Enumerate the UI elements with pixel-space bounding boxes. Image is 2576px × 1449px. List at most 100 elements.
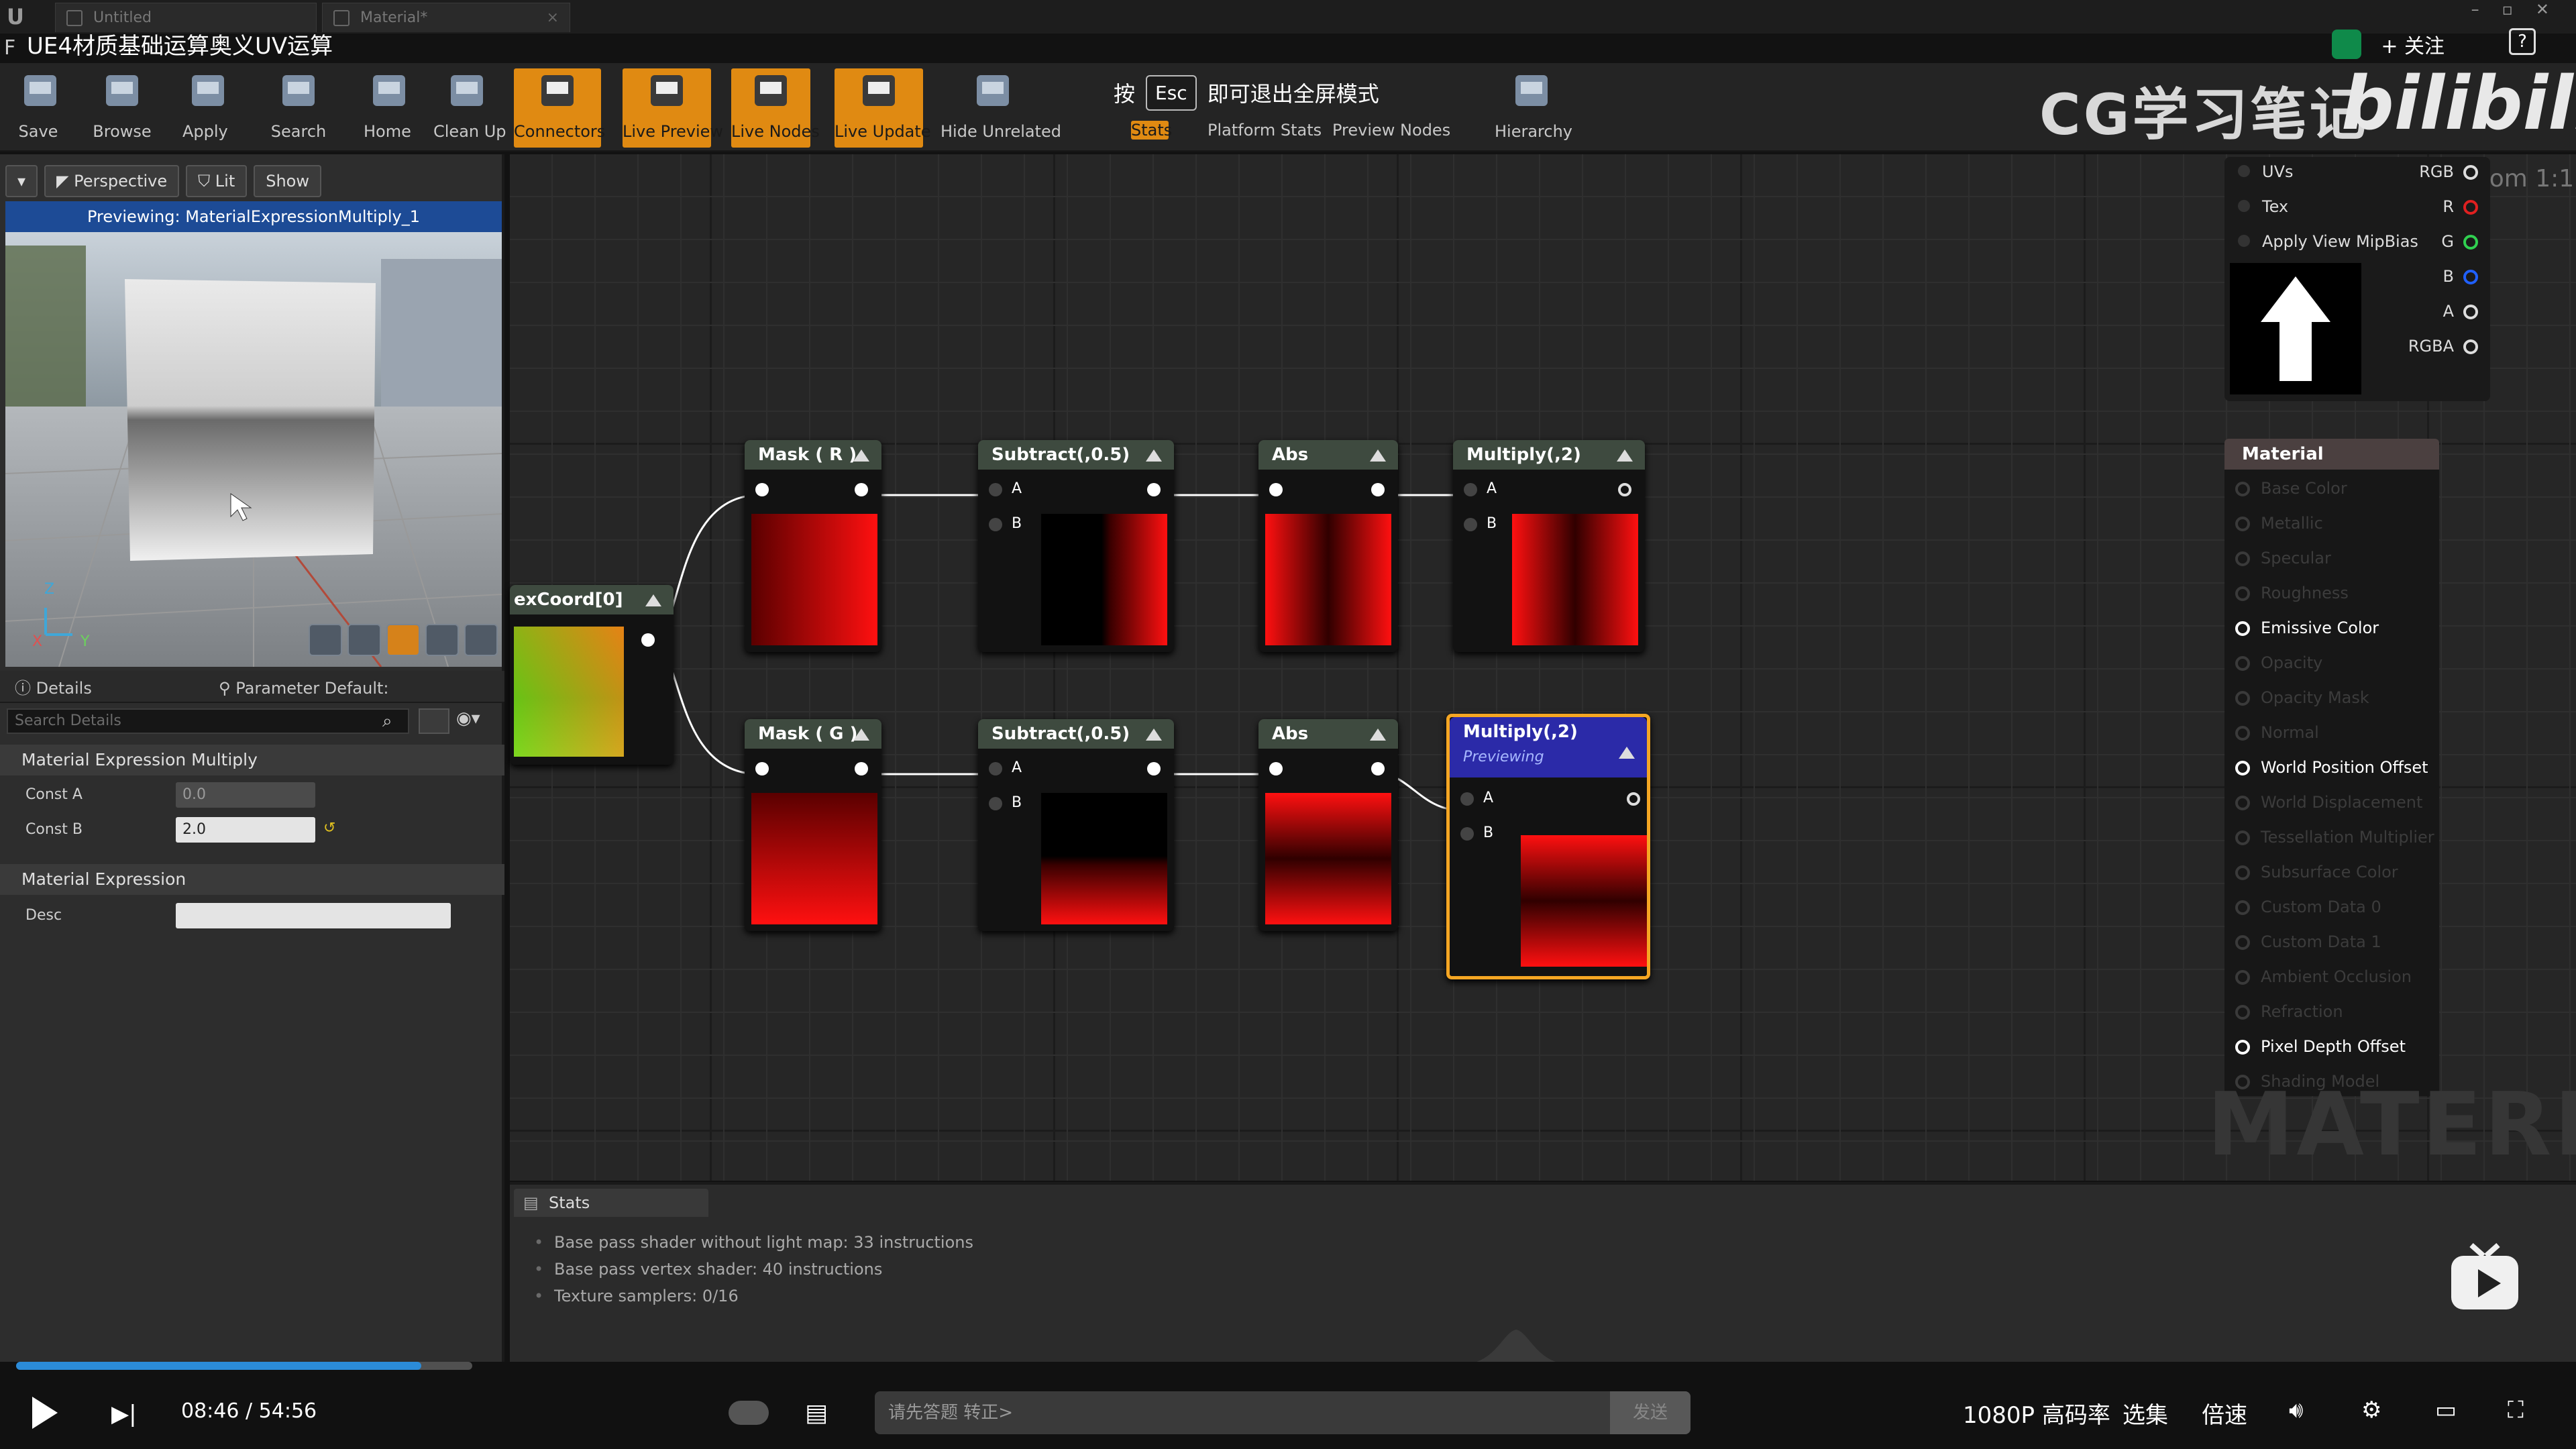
- node-mul-7[interactable]: Multiply(,2) Previewing A B: [1446, 714, 1650, 979]
- settings-gear-icon[interactable]: ⚙: [2361, 1397, 2381, 1424]
- material-pin[interactable]: Ambient Occlusion: [2235, 967, 2412, 994]
- pip-icon[interactable]: ▭: [2435, 1397, 2457, 1424]
- node-mask-0[interactable]: Mask ( R ): [745, 440, 881, 652]
- tab-material[interactable]: Material* ×: [322, 3, 570, 32]
- danmu-input[interactable]: 请先答题 转正>: [875, 1391, 1690, 1434]
- material-output-node[interactable]: Material Base Color Metallic Specular Rough…: [2224, 439, 2439, 1096]
- eye-icon[interactable]: ◉▾: [456, 708, 496, 734]
- collapse-icon[interactable]: [1146, 449, 1162, 462]
- material-pin[interactable]: Roughness: [2235, 584, 2349, 610]
- input-pin-a[interactable]: [989, 762, 1002, 775]
- toolbar-live-nodes-button[interactable]: Live Nodes: [731, 68, 820, 148]
- node-abs-2[interactable]: Abs: [1258, 440, 1398, 652]
- close-window-icon[interactable]: ✕: [2536, 0, 2549, 20]
- input-pin[interactable]: [1269, 483, 1283, 496]
- output-pin[interactable]: [1147, 483, 1161, 496]
- maximize-icon[interactable]: ▫: [2502, 0, 2513, 20]
- tab-untitled[interactable]: Untitled: [55, 3, 317, 32]
- input-pin-a[interactable]: [1460, 792, 1474, 806]
- material-pin[interactable]: Tessellation Multiplier: [2235, 828, 2434, 855]
- reset-icon[interactable]: ↺: [323, 820, 335, 837]
- collapse-icon[interactable]: [1146, 729, 1162, 741]
- output-pin[interactable]: [1371, 762, 1385, 775]
- material-pin[interactable]: Base Color: [2235, 479, 2347, 506]
- collapse-icon[interactable]: [1370, 449, 1386, 462]
- texture-output-pin[interactable]: G: [2441, 232, 2478, 251]
- input-pin-b[interactable]: [1464, 518, 1477, 531]
- node-sub-1[interactable]: Subtract(,0.5) A B: [978, 440, 1174, 652]
- material-pin[interactable]: Emissive Color: [2235, 619, 2379, 645]
- toolbar-preview-nodes-button[interactable]: Preview Nodes: [1332, 121, 1450, 140]
- danmu-settings-icon[interactable]: ▤: [805, 1399, 828, 1427]
- toolbar-stats-button[interactable]: Stats: [1131, 121, 1172, 140]
- input-pin-a[interactable]: [989, 483, 1002, 496]
- output-pin[interactable]: [641, 633, 655, 647]
- quality-button[interactable]: 1080P 高码率: [1963, 1397, 2110, 1430]
- plane-button[interactable]: [386, 624, 420, 656]
- material-pin[interactable]: Refraction: [2235, 1002, 2343, 1029]
- material-pin[interactable]: Custom Data 0: [2235, 898, 2381, 924]
- toolbar-live-preview-button[interactable]: Live Preview: [623, 68, 723, 148]
- toolbar-hide-unrelated-button[interactable]: Hide Unrelated: [941, 68, 1061, 148]
- preview-viewport[interactable]: Z X Y: [5, 232, 502, 667]
- input-pin[interactable]: [755, 483, 769, 496]
- stats-tab[interactable]: ▤ Stats: [514, 1189, 708, 1217]
- input-pin[interactable]: [1269, 762, 1283, 775]
- cube-button[interactable]: [425, 624, 459, 656]
- input-pin-b[interactable]: [989, 797, 1002, 810]
- tab-details[interactable]: ⓘ Details: [15, 674, 92, 703]
- output-pin[interactable]: [1147, 762, 1161, 775]
- output-pin[interactable]: [855, 762, 868, 775]
- cylinder-button[interactable]: [309, 624, 342, 656]
- material-pin[interactable]: Pixel Depth Offset: [2235, 1037, 2406, 1064]
- material-pin[interactable]: Custom Data 1: [2235, 932, 2381, 959]
- node-mul-3[interactable]: Multiply(,2) A B: [1453, 440, 1645, 652]
- perspective-button[interactable]: ◤ Perspective: [44, 165, 180, 197]
- texcoord-node[interactable]: exCoord[0]: [510, 585, 674, 765]
- texture-output-pin[interactable]: A: [2443, 302, 2478, 321]
- help-icon[interactable]: ?: [2509, 28, 2536, 55]
- sphere-button[interactable]: [347, 624, 381, 656]
- texture-input-pin[interactable]: UVs: [2238, 162, 2294, 181]
- material-pin[interactable]: Normal: [2235, 723, 2319, 750]
- section-expression-multiply[interactable]: Material Expression Multiply: [0, 745, 504, 775]
- close-icon[interactable]: ×: [547, 3, 559, 33]
- material-pin[interactable]: Opacity: [2235, 653, 2322, 680]
- toolbar-apply-button[interactable]: Apply: [182, 68, 228, 148]
- material-pin[interactable]: Metallic: [2235, 514, 2323, 541]
- send-button[interactable]: 发送: [1610, 1391, 1690, 1434]
- collapse-icon[interactable]: [853, 449, 869, 462]
- toolbar-hierarchy-button[interactable]: Hierarchy: [1495, 68, 1572, 148]
- toolbar-search-button[interactable]: Search: [268, 68, 329, 148]
- texture-input-pin[interactable]: Tex: [2238, 197, 2288, 216]
- material-pin[interactable]: World Position Offset: [2235, 758, 2428, 785]
- desc-field[interactable]: [176, 903, 451, 928]
- fullscreen-icon[interactable]: ⛶: [2508, 1397, 2524, 1424]
- output-pin[interactable]: [1618, 483, 1631, 496]
- collapse-icon[interactable]: [1619, 747, 1635, 759]
- danmu-toggle[interactable]: [729, 1401, 769, 1425]
- lit-button[interactable]: ⛉ Lit: [186, 165, 248, 197]
- texture-output-pin[interactable]: RGBA: [2408, 337, 2478, 356]
- node-sub-5[interactable]: Subtract(,0.5) A B: [978, 719, 1174, 931]
- show-button[interactable]: Show: [254, 165, 321, 197]
- follow-button[interactable]: + 关注: [2381, 30, 2445, 59]
- collapse-icon[interactable]: [1617, 449, 1633, 462]
- input-pin-b[interactable]: [1460, 827, 1474, 841]
- toolbar-platform-stats-button[interactable]: Platform Stats: [1208, 121, 1322, 140]
- material-pin[interactable]: Specular: [2235, 549, 2331, 576]
- material-pin[interactable]: Opacity Mask: [2235, 688, 2369, 715]
- const-b-field[interactable]: 2.0: [176, 817, 315, 843]
- output-pin[interactable]: [1371, 483, 1385, 496]
- toolbar-save-button[interactable]: Save: [15, 68, 62, 148]
- input-pin-b[interactable]: [989, 518, 1002, 531]
- const-a-field[interactable]: 0.0: [176, 782, 315, 808]
- node-abs-6[interactable]: Abs: [1258, 719, 1398, 931]
- viewport-menu-button[interactable]: ▾: [5, 165, 38, 197]
- toolbar-live-update-button[interactable]: Live Update: [835, 68, 931, 148]
- search-details-input[interactable]: Search Details: [7, 708, 409, 734]
- output-pin[interactable]: [855, 483, 868, 496]
- collapse-icon[interactable]: [853, 729, 869, 741]
- tab-parameter-defaults[interactable]: ⚲ Parameter Default:: [219, 674, 389, 703]
- view-options-icon[interactable]: [419, 708, 449, 734]
